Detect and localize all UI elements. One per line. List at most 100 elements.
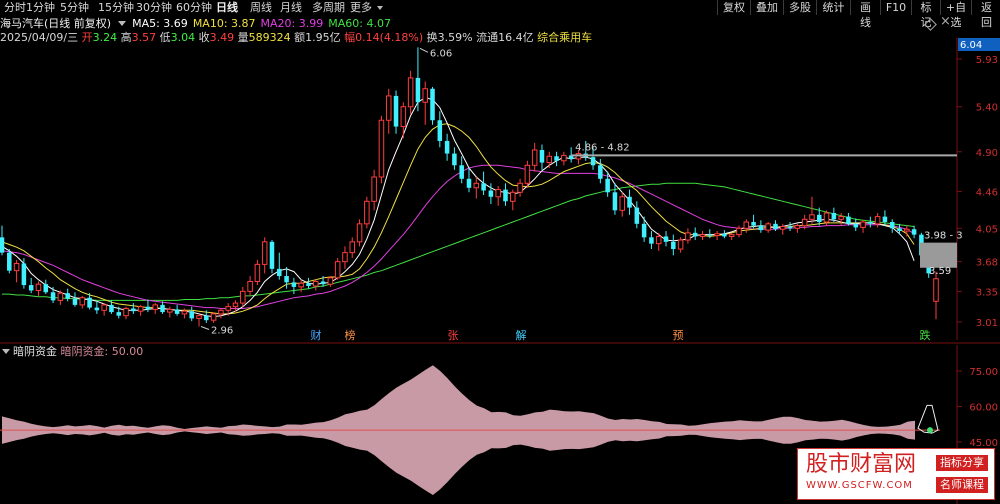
indicator-toggle-icon[interactable] — [2, 349, 10, 354]
candle-body — [809, 214, 815, 220]
candle-body — [225, 306, 231, 311]
price-tick-label: 5.93 — [976, 55, 998, 66]
candle-body — [619, 196, 625, 211]
watermark-site-en: WWW.GSCFW.COM — [806, 480, 913, 491]
candle-body — [473, 182, 480, 189]
candle-body — [495, 189, 501, 198]
candle-body — [291, 282, 297, 287]
candle-body — [385, 95, 392, 121]
candle-body — [860, 221, 866, 228]
candle-body — [801, 218, 808, 227]
candle-body — [714, 233, 720, 237]
candle-body — [196, 315, 202, 319]
candle-body — [327, 277, 334, 285]
candle-body — [57, 292, 64, 301]
candle-body — [853, 223, 858, 228]
current-price-label: 6.04 — [960, 40, 982, 51]
candle-body — [254, 263, 261, 282]
candle-body — [145, 306, 151, 310]
kline-chart[interactable]: 75.0060.0045.00 6.062.964.86 - 4.823.98 … — [0, 0, 1000, 504]
candle-body — [685, 232, 691, 241]
candle-body — [65, 293, 70, 299]
candle-body — [356, 223, 363, 243]
candle-body — [452, 153, 457, 166]
candle-body — [284, 276, 289, 283]
peak-pointer — [419, 47, 429, 53]
candle-body — [240, 290, 246, 304]
candle-body — [277, 268, 282, 277]
candle-body — [874, 216, 881, 225]
candle-body — [87, 297, 92, 308]
candle-body — [846, 216, 851, 224]
candle-body — [627, 196, 632, 208]
ma10-line — [1, 123, 915, 315]
event-marker-1[interactable]: 榜 — [345, 328, 356, 342]
candle-body — [430, 88, 435, 121]
right-low-label: 3.59 — [929, 266, 951, 277]
candle-body — [510, 191, 516, 202]
event-marker-3[interactable]: 解 — [516, 328, 527, 342]
candle-body — [707, 234, 713, 236]
event-marker-5[interactable]: 跌 — [920, 328, 931, 342]
candle-body — [868, 222, 873, 224]
candle-body — [393, 95, 399, 127]
price-tick-label: 3.68 — [976, 258, 998, 269]
candle-body — [415, 77, 421, 103]
candle-body — [35, 283, 42, 291]
ma20-line — [1, 164, 915, 309]
candle-body — [612, 192, 618, 211]
candle-body — [904, 228, 910, 232]
candle-body — [210, 313, 217, 321]
candle-body — [342, 252, 348, 263]
candle-body — [181, 310, 188, 315]
watermark-logo: 股市财富网 WWW.GSCFW.COM 指标分享 名师课程 — [797, 448, 995, 500]
candle-body — [160, 304, 165, 313]
candle-body — [349, 241, 356, 254]
candle-body — [758, 225, 764, 231]
indicator-dot — [927, 427, 933, 434]
candle-body — [0, 237, 5, 253]
candle-body — [466, 178, 472, 188]
range-label: 4.86 - 4.82 — [575, 142, 630, 153]
candle-body — [109, 304, 114, 313]
event-marker-4[interactable]: 预 — [673, 329, 684, 342]
candle-body — [123, 307, 129, 317]
peak-label: 6.06 — [430, 48, 452, 59]
candle-body — [517, 182, 523, 193]
candle-body — [320, 281, 326, 285]
candle-body — [773, 223, 778, 230]
trough-pointer — [200, 326, 210, 330]
candle-body — [269, 241, 275, 269]
candle-body — [204, 315, 209, 321]
candle-body — [743, 221, 750, 229]
event-marker-2[interactable]: 张 — [448, 329, 459, 342]
candle-body — [13, 262, 20, 272]
candle-body — [634, 207, 640, 224]
candle-body — [298, 282, 304, 288]
candle-body — [663, 236, 669, 242]
indicator-name[interactable]: 暗阴资金 — [13, 345, 57, 358]
candle-body — [503, 189, 508, 202]
candle-body — [816, 214, 822, 223]
event-marker-0[interactable]: 财 — [311, 328, 322, 342]
candle-body — [261, 241, 268, 265]
indicator-tick-label: 75.00 — [969, 367, 998, 378]
candle-body — [736, 227, 742, 236]
candle-body — [7, 252, 12, 271]
ma5-line — [1, 97, 915, 318]
candle-body — [232, 302, 239, 308]
candle-body — [605, 178, 610, 193]
candle-body — [787, 226, 793, 229]
candle-body — [116, 312, 122, 316]
candle-body — [882, 216, 888, 223]
gap-zone — [920, 242, 957, 268]
candle-body — [677, 239, 684, 250]
candle-body — [546, 155, 553, 164]
watermark-tag-1: 指标分享 — [936, 455, 988, 471]
indicator-header: 暗阴资金 暗阴资金: 50.00 — [0, 345, 143, 358]
candle-body — [407, 77, 414, 108]
candle-body — [101, 304, 107, 311]
candle-body — [889, 222, 895, 229]
trough-label: 2.96 — [211, 326, 233, 337]
watermark-tag-2: 名师课程 — [936, 477, 988, 493]
